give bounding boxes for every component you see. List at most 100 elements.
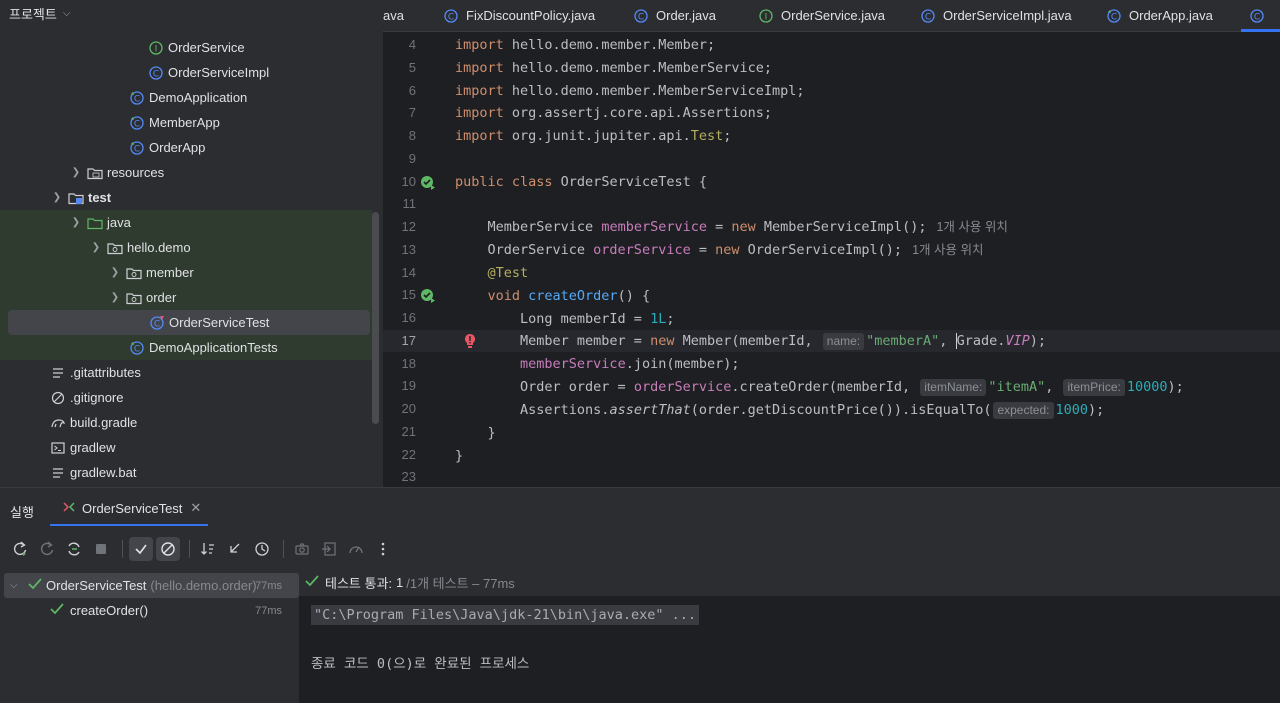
project-scrollbar[interactable] — [372, 212, 379, 424]
editor-tabs: ava C FixDiscountPolicy.java C Order.jav… — [383, 0, 1280, 32]
tree-item-java[interactable]: ❯ java — [0, 210, 372, 235]
class-icon: C — [633, 8, 649, 24]
tree-item-orderservice[interactable]: I OrderService — [0, 35, 372, 60]
toolbar-divider — [283, 540, 284, 558]
chevron-right-icon[interactable]: ❯ — [69, 167, 83, 178]
tree-item-label: resources — [107, 165, 165, 180]
line-number: 14 — [401, 264, 416, 280]
package-icon — [126, 290, 142, 306]
stop-icon[interactable] — [89, 537, 113, 561]
chevron-down-icon[interactable]: ❯ — [89, 242, 103, 253]
spring-class-icon: C — [129, 90, 145, 106]
show-passed-icon[interactable] — [129, 537, 153, 561]
svg-text:C: C — [134, 344, 140, 354]
svg-text:C: C — [134, 144, 140, 154]
code-line: MemberService memberService = new Member… — [455, 219, 1008, 235]
tree-item-orderapp[interactable]: C OrderApp — [0, 135, 372, 160]
run-tab-orderservicetest[interactable]: OrderServiceTest ✕ — [50, 492, 208, 526]
tab-label: ava — [383, 8, 404, 23]
tab-orderapp[interactable]: C OrderApp.java — [1106, 0, 1213, 31]
tree-item-orderserviceimpl[interactable]: C OrderServiceImpl — [0, 60, 372, 85]
chevron-down-icon[interactable]: ❯ — [108, 292, 122, 303]
tab-fixdiscountpolicy[interactable]: C FixDiscountPolicy.java — [443, 0, 595, 31]
rerun-icon[interactable] — [8, 537, 32, 561]
tree-item-label: DemoApplicationTests — [149, 340, 278, 355]
svg-text:C: C — [154, 319, 160, 329]
project-header[interactable]: 프로젝트 ⌵ — [0, 0, 383, 27]
line-number: 13 — [401, 241, 416, 257]
line-number: 19 — [401, 378, 416, 394]
tab-orderservice[interactable]: I OrderService.java — [758, 0, 885, 31]
toggle-auto-test-icon[interactable] — [62, 537, 86, 561]
sort-by-duration-icon[interactable] — [223, 537, 247, 561]
test-history-icon[interactable] — [250, 537, 274, 561]
more-options-icon[interactable] — [371, 537, 395, 561]
run-test-method-icon[interactable] — [420, 288, 436, 304]
code-line: import hello.demo.member.MemberServiceIm… — [455, 83, 805, 99]
tab-label: FixDiscountPolicy.java — [466, 8, 596, 23]
chevron-down-icon[interactable]: ❯ — [69, 217, 83, 228]
tree-item-build-gradle[interactable]: build.gradle — [0, 410, 372, 435]
status-suffix: /1개 테스트 – 77ms — [406, 575, 515, 591]
line-number: 20 — [401, 401, 416, 416]
passed-check-icon — [50, 603, 64, 618]
tab-order[interactable]: C Order.java — [633, 0, 716, 31]
tree-item-demoapplicationtests[interactable]: C DemoApplicationTests — [0, 335, 372, 360]
rerun-failed-icon[interactable] — [35, 537, 59, 561]
tree-item-gradlew-bat[interactable]: gradlew.bat — [0, 460, 372, 485]
run-test-class-icon[interactable] — [420, 175, 436, 191]
code-line: memberService.join(member); — [520, 356, 740, 372]
code-line: } — [455, 448, 464, 464]
import-tests-icon[interactable] — [317, 537, 341, 561]
coverage-icon[interactable] — [344, 537, 368, 561]
ignore-file-icon — [50, 390, 66, 406]
tree-item-resources[interactable]: ❯ resources — [0, 160, 372, 185]
tree-item-memberapp[interactable]: C MemberApp — [0, 110, 372, 135]
tree-item-order[interactable]: ❯ order — [0, 285, 372, 310]
tree-item-demoapplication[interactable]: C DemoApplication — [0, 85, 372, 110]
test-run-icon — [62, 500, 76, 517]
tree-item-label: test — [88, 190, 112, 205]
code-line: public class OrderServiceTest { — [455, 174, 707, 190]
tree-item-gitattributes[interactable]: .gitattributes — [0, 360, 372, 385]
tab-orderserviceimpl[interactable]: C OrderServiceImpl.java — [920, 0, 1072, 31]
tree-item-test[interactable]: ❯ test — [0, 185, 372, 210]
svg-text:C: C — [153, 69, 159, 79]
svg-text:I: I — [765, 12, 768, 22]
project-panel: 프로젝트 ⌵ I OrderService C OrderServiceImpl… — [0, 0, 383, 487]
sort-alphabetically-icon[interactable] — [196, 537, 220, 561]
tree-item-label: gradlew.bat — [70, 465, 137, 480]
terminal-icon — [50, 440, 66, 456]
chevron-right-icon[interactable]: ❯ — [108, 267, 122, 278]
code-editor[interactable]: 4 5 6 7 8 9 10 11 12 13 14 15 16 17 18 19 20 21 22 23 impor… — [383, 32, 1280, 487]
test-tree-child[interactable]: createOrder() 77ms — [0, 598, 299, 623]
tab-label: Order.java — [656, 8, 716, 23]
console-command-line[interactable]: "C:\Program Files\Java\jdk-21\bin\java.e… — [311, 605, 700, 625]
run-tab-label: OrderServiceTest — [82, 500, 183, 516]
tree-item-orderservicetest[interactable]: C OrderServiceTest — [8, 310, 370, 335]
test-status-bar: 테스트 통과: 1 /1개 테스트 – 77ms — [299, 568, 1280, 596]
tree-item-member[interactable]: ❯ member — [0, 260, 372, 285]
tree-item-label: hello.demo — [127, 240, 191, 255]
chevron-down-icon[interactable]: ❯ — [50, 192, 64, 203]
chevron-down-icon[interactable]: ⌵ — [63, 8, 71, 19]
code-line: import org.assertj.core.api.Assertions; — [455, 105, 772, 121]
tab-partial[interactable]: ava — [383, 0, 404, 31]
toolbar-divider — [189, 540, 190, 558]
svg-text:I: I — [155, 44, 158, 54]
chevron-down-icon[interactable]: ⌵ — [10, 580, 24, 591]
tab-orderservicetest-active[interactable]: C — [1249, 0, 1272, 31]
tree-item-gradlew[interactable]: gradlew — [0, 435, 372, 460]
spring-class-icon: C — [1106, 8, 1122, 24]
test-tree-root[interactable]: ⌵ OrderServiceTest (hello.demo.order) 77… — [4, 573, 299, 598]
code-line: import org.junit.jupiter.api.Test; — [455, 128, 732, 144]
show-ignored-icon[interactable] — [156, 537, 180, 561]
tab-label: OrderService.java — [781, 8, 886, 23]
run-toolbar — [0, 532, 1280, 566]
camera-icon[interactable] — [290, 537, 314, 561]
tree-item-gitignore[interactable]: .gitignore — [0, 385, 372, 410]
tree-item-hello-demo[interactable]: ❯ hello.demo — [0, 235, 372, 260]
code-line: Member member = new Member(memberId, nam… — [455, 333, 1046, 350]
close-icon[interactable]: ✕ — [190, 500, 201, 516]
tree-item-label: OrderApp — [149, 140, 206, 155]
